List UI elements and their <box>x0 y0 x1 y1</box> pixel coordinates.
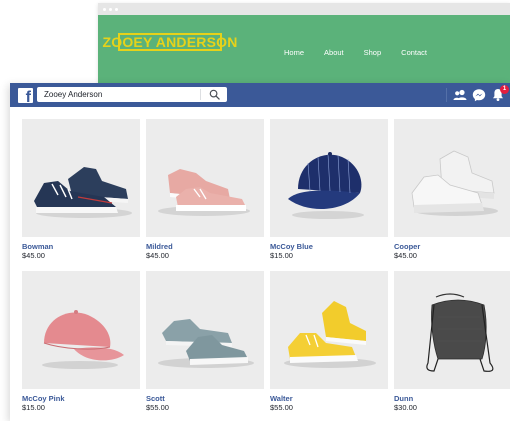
nav-contact[interactable]: Contact <box>401 48 427 57</box>
product-image-pink-cap[interactable] <box>22 271 140 389</box>
website-header: ZOOEY ANDERSON Home About Shop Contact <box>98 15 510 93</box>
product-card[interactable]: Cooper $45.00 <box>394 119 510 260</box>
site-logo[interactable]: ZOOEY ANDERSON <box>102 33 237 51</box>
search-divider <box>200 89 201 100</box>
window-dot <box>109 7 112 11</box>
website-window: ZOOEY ANDERSON Home About Shop Contact <box>98 3 510 93</box>
facebook-logo-icon[interactable]: f <box>18 88 33 103</box>
site-nav: Home About Shop Contact <box>284 48 447 57</box>
product-name[interactable]: Walter <box>270 394 388 403</box>
nav-home[interactable]: Home <box>284 48 304 57</box>
search-input[interactable]: Zooey Anderson <box>37 87 227 102</box>
product-name[interactable]: McCoy Pink <box>22 394 140 403</box>
product-card[interactable]: Scott $55.00 <box>146 271 264 412</box>
product-image-navy-sneakers[interactable] <box>22 119 140 237</box>
nav-shop[interactable]: Shop <box>364 48 382 57</box>
product-image-pink-sneakers[interactable] <box>146 119 264 237</box>
product-card[interactable]: McCoy Pink $15.00 <box>22 271 140 412</box>
icon-separator <box>446 88 447 102</box>
product-card[interactable]: Mildred $45.00 <box>146 119 264 260</box>
product-price: $45.00 <box>146 251 169 260</box>
product-name[interactable]: Dunn <box>394 394 510 403</box>
facebook-action-icons: 1 <box>446 85 509 103</box>
product-name[interactable]: Cooper <box>394 242 510 251</box>
product-card[interactable]: Bowman $45.00 <box>22 119 140 260</box>
product-image-blue-pinstripe-cap[interactable] <box>270 119 388 237</box>
product-image-white-chunky-sneakers[interactable] <box>394 119 510 237</box>
product-image-grey-blue-suede-sneakers[interactable] <box>146 271 264 389</box>
product-price: $55.00 <box>146 403 169 412</box>
friend-requests-icon[interactable] <box>452 87 468 103</box>
product-image-grey-drawstring-bag[interactable] <box>394 271 510 389</box>
nav-about[interactable]: About <box>324 48 344 57</box>
product-card[interactable]: Walter $55.00 <box>270 271 388 412</box>
product-price: $15.00 <box>22 403 45 412</box>
messenger-icon[interactable] <box>471 87 487 103</box>
facebook-window: f Zooey Anderson 1 Bowman $45.00 Mildred… <box>10 83 510 421</box>
search-icon[interactable] <box>209 89 220 100</box>
window-dot <box>103 7 106 11</box>
product-price: $45.00 <box>394 251 417 260</box>
product-price: $30.00 <box>394 403 417 412</box>
search-input-value: Zooey Anderson <box>44 90 103 99</box>
product-name[interactable]: Bowman <box>22 242 140 251</box>
product-image-yellow-sneakers[interactable] <box>270 271 388 389</box>
product-name[interactable]: McCoy Blue <box>270 242 388 251</box>
product-price: $15.00 <box>270 251 293 260</box>
product-card[interactable]: McCoy Blue $15.00 <box>270 119 388 260</box>
product-price: $55.00 <box>270 403 293 412</box>
product-name[interactable]: Mildred <box>146 242 264 251</box>
notification-badge: 1 <box>500 85 509 94</box>
product-card[interactable]: Dunn $30.00 <box>394 271 510 412</box>
product-name[interactable]: Scott <box>146 394 264 403</box>
facebook-top-bar: f Zooey Anderson 1 <box>10 83 510 107</box>
notifications-button[interactable]: 1 <box>490 85 509 103</box>
product-price: $45.00 <box>22 251 45 260</box>
window-dot <box>115 7 118 11</box>
browser-chrome <box>98 3 510 15</box>
